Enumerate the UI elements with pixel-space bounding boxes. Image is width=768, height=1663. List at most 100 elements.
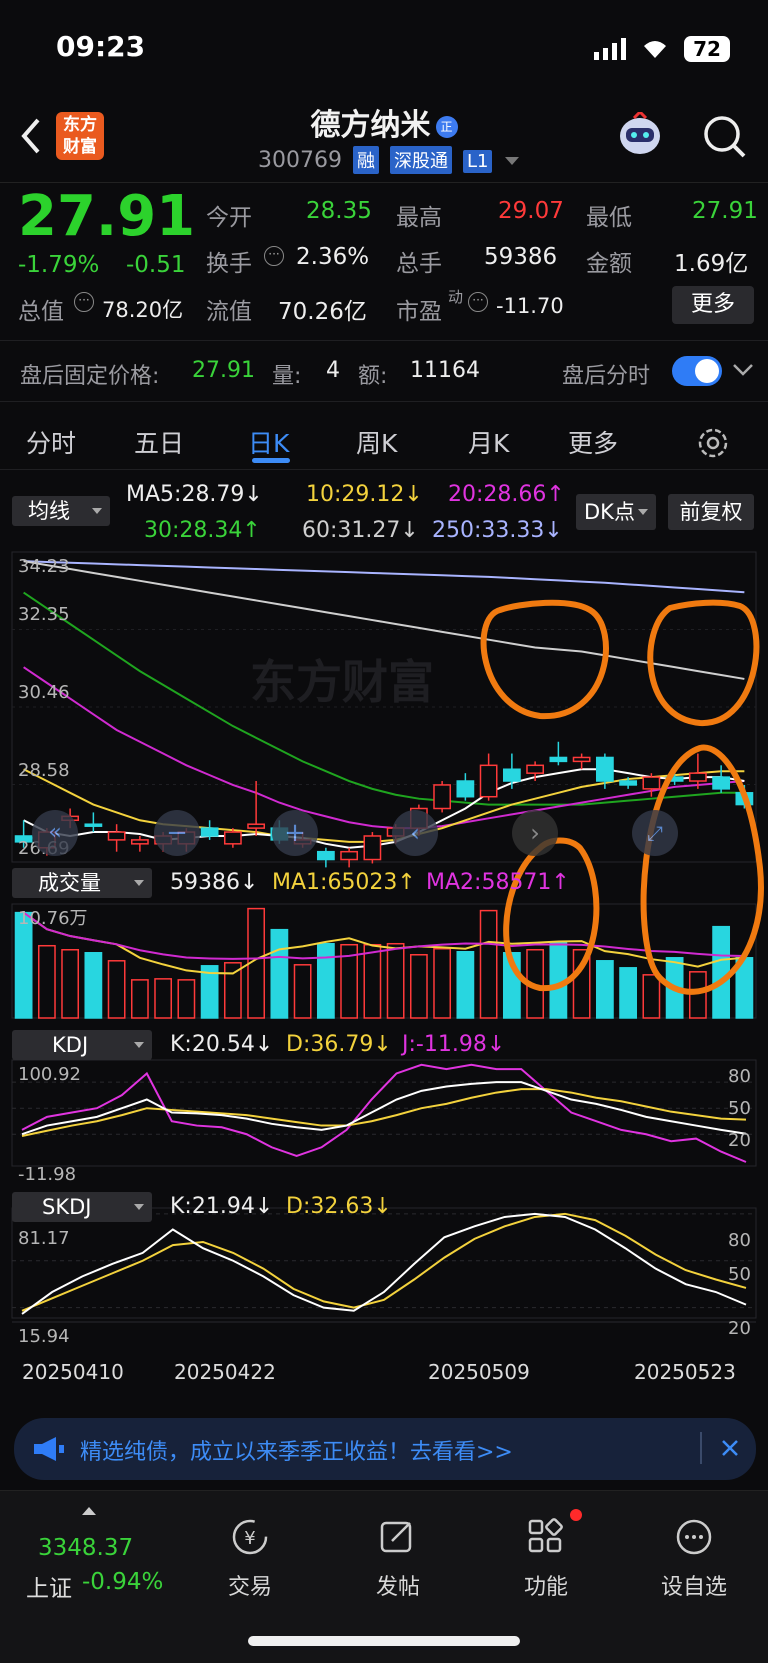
search-icon[interactable] [700, 112, 748, 160]
volume-bar [107, 960, 126, 1019]
home-indicator [248, 1636, 520, 1646]
mktcap-label: 总值 [18, 299, 64, 325]
tab-five-day[interactable]: 五日 [134, 424, 184, 460]
candle-body [107, 831, 126, 841]
close-icon[interactable] [720, 1438, 740, 1458]
index-name[interactable]: 上证 [26, 1569, 72, 1603]
cellular-signal-icon [594, 38, 626, 60]
low-label: 最低 [586, 205, 632, 231]
tab-daily-k[interactable]: 日K [248, 424, 289, 460]
level-tag: L1 [462, 150, 493, 173]
low-value: 27.91 [692, 198, 758, 224]
chevron-down-icon[interactable] [732, 362, 754, 378]
pe-value: -11.70 [496, 294, 564, 318]
date-label: 20250509 [428, 1360, 530, 1384]
scroll-right-button[interactable]: › [512, 810, 558, 856]
volume-ma1-line [23, 911, 745, 975]
notification-dot [570, 1509, 582, 1521]
scroll-far-left-button[interactable]: « [32, 810, 78, 856]
tab-intraday[interactable]: 分时 [26, 424, 76, 460]
skdj-panel-frame [11, 1207, 757, 1319]
skdj-max-label: 81.17 [18, 1228, 70, 1249]
volume-bar [479, 909, 498, 1019]
after-price-value: 27.91 [192, 358, 255, 383]
volume-bar [688, 971, 707, 1019]
volume-bar [363, 943, 382, 1019]
tab-more[interactable]: 更多 [568, 424, 618, 460]
dk-label: DK点 [584, 500, 635, 524]
robot-assistant-icon[interactable] [614, 112, 666, 162]
kline-chart[interactable]: 东方财富 [0, 548, 768, 1404]
ma60-value: 60:31.27↓ [302, 518, 419, 543]
kdj-k: K:20.54↓ [170, 1032, 274, 1057]
handdrawn-circle [480, 599, 609, 720]
info-dots-icon[interactable]: ··· [468, 292, 488, 312]
indicator-select-kdj[interactable]: KDJ [12, 1030, 152, 1060]
dropdown-caret-icon[interactable] [505, 157, 520, 165]
zoom-in-button[interactable]: + [272, 810, 318, 856]
volume-bar [130, 979, 149, 1019]
indicator-select-volume[interactable]: 成交量 [12, 868, 152, 898]
skdj-button-label: SKDJ [42, 1195, 92, 1219]
skdj-k: K:21.94↓ [170, 1194, 274, 1219]
tab-monthly-k[interactable]: 月K [468, 424, 509, 460]
adjust-button[interactable]: 前复权 [668, 494, 754, 530]
tab-watchlist-label: 设自选 [660, 1575, 727, 1600]
after-amt-value: 11164 [410, 358, 480, 383]
promo-banner[interactable]: 精选纯债，成立以来季季正收益！去看看>> [14, 1418, 756, 1480]
more-quote-button[interactable]: 更多 [672, 286, 754, 324]
index-value[interactable]: 3348.37 [38, 1535, 133, 1561]
certified-badge-icon: 正 [435, 116, 458, 138]
gear-icon[interactable] [696, 426, 730, 460]
vol-button-label: 成交量 [38, 871, 101, 895]
candle-body [200, 827, 219, 837]
candle-body [479, 764, 498, 798]
kdj-level: 50 [728, 1098, 751, 1119]
tab-weekly-k[interactable]: 周K [356, 424, 397, 460]
battery-level: 72 [684, 36, 730, 62]
handdrawn-circle [647, 599, 760, 727]
tab-trade[interactable]: ¥ 交易 [200, 1491, 300, 1621]
candle-body [572, 756, 591, 763]
ma10-value: 10:29.12↓ [306, 482, 423, 507]
skdj-level: 20 [728, 1318, 751, 1339]
expand-up-icon[interactable] [82, 1507, 96, 1515]
trade-yen-icon: ¥ [232, 1519, 268, 1555]
info-dots-icon[interactable]: ··· [264, 246, 284, 266]
after-vol-value: 4 [326, 358, 340, 383]
volume-current: 59386↓ [170, 870, 259, 895]
price-tick: 30.46 [18, 682, 70, 703]
dk-point-button[interactable]: DK点 [576, 494, 656, 530]
pe-dynamic-mark: 动 [448, 288, 464, 306]
candle-body [247, 823, 266, 829]
zoom-out-button[interactable]: − [154, 810, 200, 856]
candle-body [433, 784, 452, 810]
high-value: 29.07 [498, 198, 564, 224]
float-value: 70.26亿 [278, 299, 367, 325]
volume-max-label: 10.76万 [18, 908, 88, 929]
indicator-select-ma[interactable]: 均线 [12, 496, 110, 526]
connect-tag: 深股通 [389, 146, 452, 174]
pe-label: 市盈 [396, 299, 442, 325]
after-amt-label: 额: [358, 364, 388, 389]
grid-apps-icon [528, 1518, 563, 1553]
kdj-d-line [21, 1088, 747, 1137]
after-hours-toggle[interactable] [672, 356, 722, 386]
volume-bar [37, 944, 56, 1019]
skdj-min-label: 15.94 [18, 1326, 70, 1347]
info-dots-icon[interactable]: ··· [74, 292, 94, 312]
turnover-label: 换手 [206, 251, 252, 277]
index-change[interactable]: -0.94% [82, 1569, 163, 1595]
kdj-max-label: 100.92 [18, 1064, 81, 1085]
tab-functions[interactable]: 功能 [496, 1491, 596, 1621]
change-amount: -0.51 [126, 252, 186, 278]
after-intraday-label: 盘后分时 [562, 364, 651, 389]
more-dots-icon [676, 1519, 712, 1555]
fullscreen-button[interactable]: ⤢ [632, 810, 678, 856]
tab-watchlist[interactable]: 设自选 [644, 1491, 744, 1621]
mktcap-value: 78.20亿 [102, 298, 184, 322]
volume-ma1: MA1:65023↑ [272, 870, 416, 895]
scroll-left-button[interactable]: ‹ [392, 810, 438, 856]
indicator-select-skdj[interactable]: SKDJ [12, 1192, 152, 1222]
tab-post[interactable]: 发帖 [348, 1491, 448, 1621]
